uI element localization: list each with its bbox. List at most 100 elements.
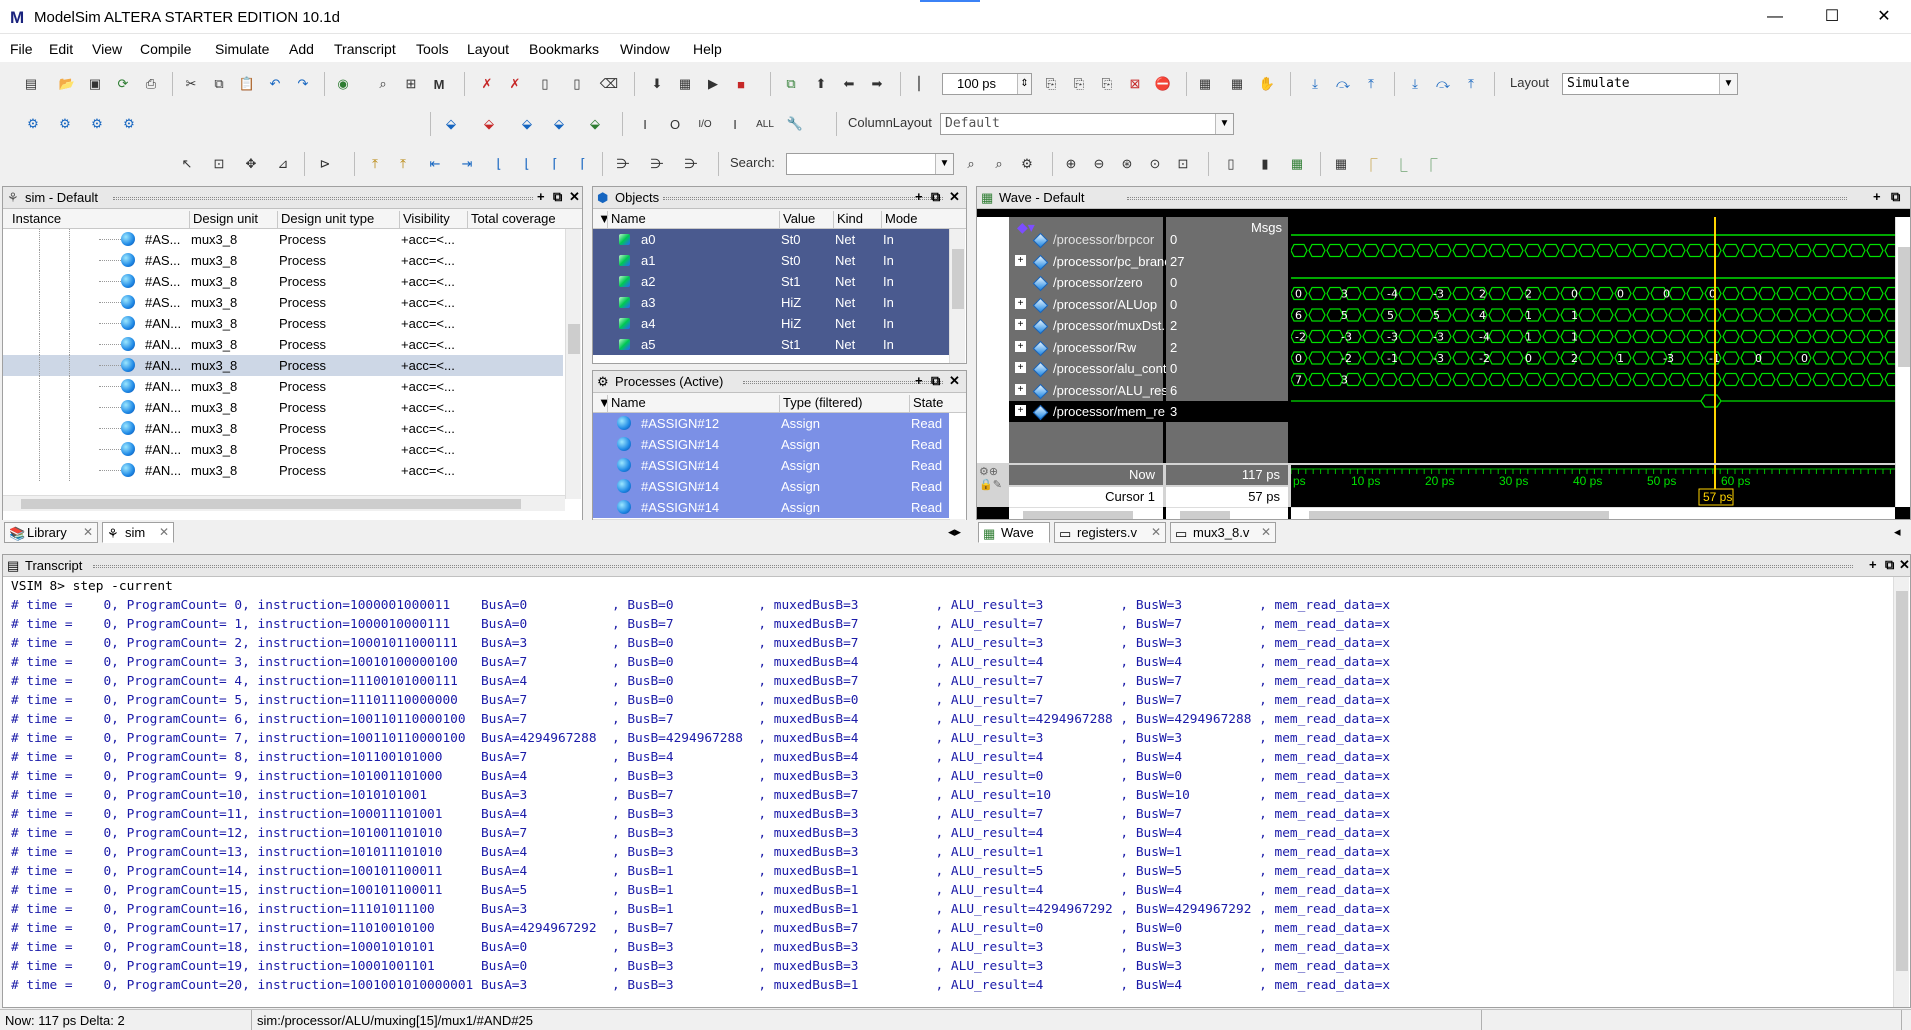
undock-icon[interactable]: ⧉ (553, 189, 562, 205)
hand-icon[interactable]: ✋ (1256, 73, 1278, 95)
expand-icon[interactable]: + (1015, 362, 1026, 373)
minimize-icon[interactable]: — (1752, 0, 1798, 34)
col-visibility[interactable]: Visibility (399, 211, 450, 229)
edit-mode-icon[interactable]: ⊿ (272, 153, 294, 175)
expand-icon[interactable]: + (1015, 340, 1026, 352)
tab-close-icon[interactable]: ✕ (159, 525, 169, 539)
col-total-coverage[interactable]: Total coverage (467, 211, 556, 229)
transcript-vscroll[interactable] (1893, 577, 1909, 1007)
col-state[interactable]: State (909, 395, 943, 413)
col-name[interactable]: Name (607, 211, 646, 229)
undock-icon[interactable]: ⧉ (931, 373, 940, 389)
search-binoculars-icon[interactable]: ⌕ (960, 153, 982, 175)
filter-input-icon[interactable]: I (634, 113, 656, 135)
reload-icon[interactable]: ⟳ (112, 73, 134, 95)
search-input[interactable]: ▼ (786, 153, 954, 175)
chevron-down-icon[interactable]: ▼ (935, 154, 953, 174)
menu-tools[interactable]: Tools (416, 41, 449, 57)
menu-compile[interactable]: Compile (140, 41, 191, 57)
open-folder-icon[interactable]: 📂 (56, 73, 78, 95)
env-icon[interactable]: ⧉ (780, 73, 802, 95)
col-design-unit-type[interactable]: Design unit type (277, 211, 374, 229)
gear-icon[interactable]: ⚙ (86, 113, 108, 135)
col-value[interactable]: Value (779, 211, 815, 229)
break-icon[interactable]: ✗ (476, 73, 498, 95)
insert-cursor-icon[interactable]: ⊳ (314, 153, 336, 175)
close-icon[interactable]: ✕ (1899, 557, 1910, 573)
filter-inout-icon[interactable]: I/O (694, 113, 716, 135)
tab-scroll-icon[interactable]: ◂ (1894, 524, 1901, 540)
expand-icon[interactable]: + (1015, 405, 1026, 416)
break-all-icon[interactable]: ✗ (504, 73, 526, 95)
dock-icon[interactable]: + (1873, 189, 1881, 204)
table-row[interactable]: #AS... mux3_8 Process +acc=<... (3, 250, 563, 271)
expand-icon[interactable]: + (1015, 297, 1026, 309)
undo-icon[interactable]: ↶ (264, 73, 286, 95)
undock-icon[interactable]: ⧉ (1891, 189, 1900, 205)
close-icon[interactable]: ✕ (949, 373, 960, 389)
wave-vscroll[interactable] (1895, 217, 1910, 507)
bookmark-goto-icon[interactable]: ⋺ (680, 153, 702, 175)
continue-icon[interactable]: ⎘ (1068, 73, 1090, 95)
chevron-down-icon[interactable]: ▼ (1719, 74, 1737, 94)
back-icon[interactable]: ⬅ (838, 73, 860, 95)
add-memory-icon[interactable]: ⬙ (584, 113, 606, 135)
search-next-icon[interactable]: ⌕ (988, 153, 1010, 175)
col-name[interactable]: Name (607, 395, 646, 413)
cut-icon[interactable]: ✂ (180, 73, 202, 95)
binoculars-icon[interactable]: ⌕ (372, 73, 394, 95)
wave-svg[interactable]: 0 3 -4 -3 2 2 0 0 0 0 6 5 5 5 4 1 1 -2 -3 -3 -3 -4 1 1 0 -2 -1 -3 -2… (1290, 217, 1902, 463)
process-row[interactable]: #ASSIGN#14 Assign Read (593, 497, 949, 518)
wave-signal-row[interactable]: + /processor/ALUop (1009, 294, 1163, 315)
step-into-icon[interactable]: ⤓ (1304, 73, 1326, 95)
simulate-icon[interactable]: ▶ (702, 73, 724, 95)
wave-edge-1-icon[interactable]: ⎾ (1360, 153, 1382, 175)
menu-add[interactable]: Add (289, 41, 314, 57)
object-row[interactable]: a3 HiZ Net In (593, 292, 949, 313)
next-transition-icon[interactable]: ⇥ (456, 153, 478, 175)
table-row[interactable]: #AN... mux3_8 Process +acc=<... (3, 418, 563, 439)
wave-signal-row[interactable]: + /processor/mem_re... (1009, 401, 1176, 422)
zoom-full-icon[interactable]: ⊛ (1116, 153, 1138, 175)
object-row[interactable]: a2 St1 Net In (593, 271, 949, 292)
next-falling-icon[interactable]: ⌊ (516, 153, 538, 175)
wave-group-icon[interactable]: ▦ (1330, 153, 1352, 175)
dataflow-icon[interactable]: ▦ (1194, 73, 1216, 95)
table-row[interactable]: #AS... mux3_8 Process +acc=<... (3, 271, 563, 292)
cursor-label[interactable]: Cursor 1 (1009, 487, 1163, 507)
filter-output-icon[interactable]: O (664, 113, 686, 135)
tab-library[interactable]: 📚 Library ✕ (4, 522, 98, 543)
gear-icon[interactable]: ⚙ (118, 113, 140, 135)
run-length-field[interactable]: 100 ps ⇕ (942, 73, 1032, 95)
save-icon[interactable]: ▣ (84, 73, 106, 95)
gear-icon[interactable]: ⚙ (54, 113, 76, 135)
spin-icon[interactable]: ⇕ (1017, 74, 1031, 94)
layout-select[interactable]: Simulate ▼ (1562, 73, 1738, 95)
expand-icon[interactable]: + (1015, 254, 1026, 266)
find-options-icon[interactable]: ◉ (332, 73, 354, 95)
step-out-icon[interactable]: ⤒ (1360, 73, 1382, 95)
col-instance[interactable]: Instance (9, 211, 61, 229)
tab-close-icon[interactable]: ✕ (1151, 525, 1161, 539)
table-row[interactable]: #AN... mux3_8 Process +acc=<... (3, 397, 563, 418)
col-type[interactable]: Type (filtered) (779, 395, 862, 413)
menu-edit[interactable]: Edit (49, 41, 73, 57)
run-icon[interactable]: ⎘ (1040, 73, 1062, 95)
wave-format-1-icon[interactable]: ▯ (1220, 153, 1242, 175)
paste-icon[interactable]: 📋 (236, 73, 258, 95)
undock-icon[interactable]: ⧉ (1885, 557, 1894, 573)
compile-icon[interactable]: ⬇ (646, 73, 668, 95)
wave-edge-2-icon[interactable]: ⎿ (1390, 153, 1412, 175)
bookmark-add-icon[interactable]: ⋺ (612, 153, 634, 175)
wave-canvas[interactable]: 0 3 -4 -3 2 2 0 0 0 0 6 5 5 5 4 1 1 -2 -3 -3 -3 -4 1 1 0 -2 -1 -3 -2… (1290, 217, 1902, 463)
process-row[interactable]: #ASSIGN#12 Assign Read (593, 413, 949, 434)
pan-mode-icon[interactable]: ✥ (240, 153, 262, 175)
gear-icon[interactable]: ⚙ (22, 113, 44, 135)
process-row[interactable]: #ASSIGN#14 Assign Read (593, 476, 949, 497)
table-row[interactable]: #AN... mux3_8 Process +acc=<... (3, 313, 563, 334)
menu-view[interactable]: View (92, 41, 122, 57)
tab-mux3-8[interactable]: ▭ mux3_8.v ✕ (1170, 522, 1276, 543)
filter-all-icon[interactable]: ALL (754, 113, 776, 135)
expand-icon[interactable]: + (1015, 319, 1026, 330)
column-layout-select[interactable]: Default ▼ (940, 113, 1234, 135)
